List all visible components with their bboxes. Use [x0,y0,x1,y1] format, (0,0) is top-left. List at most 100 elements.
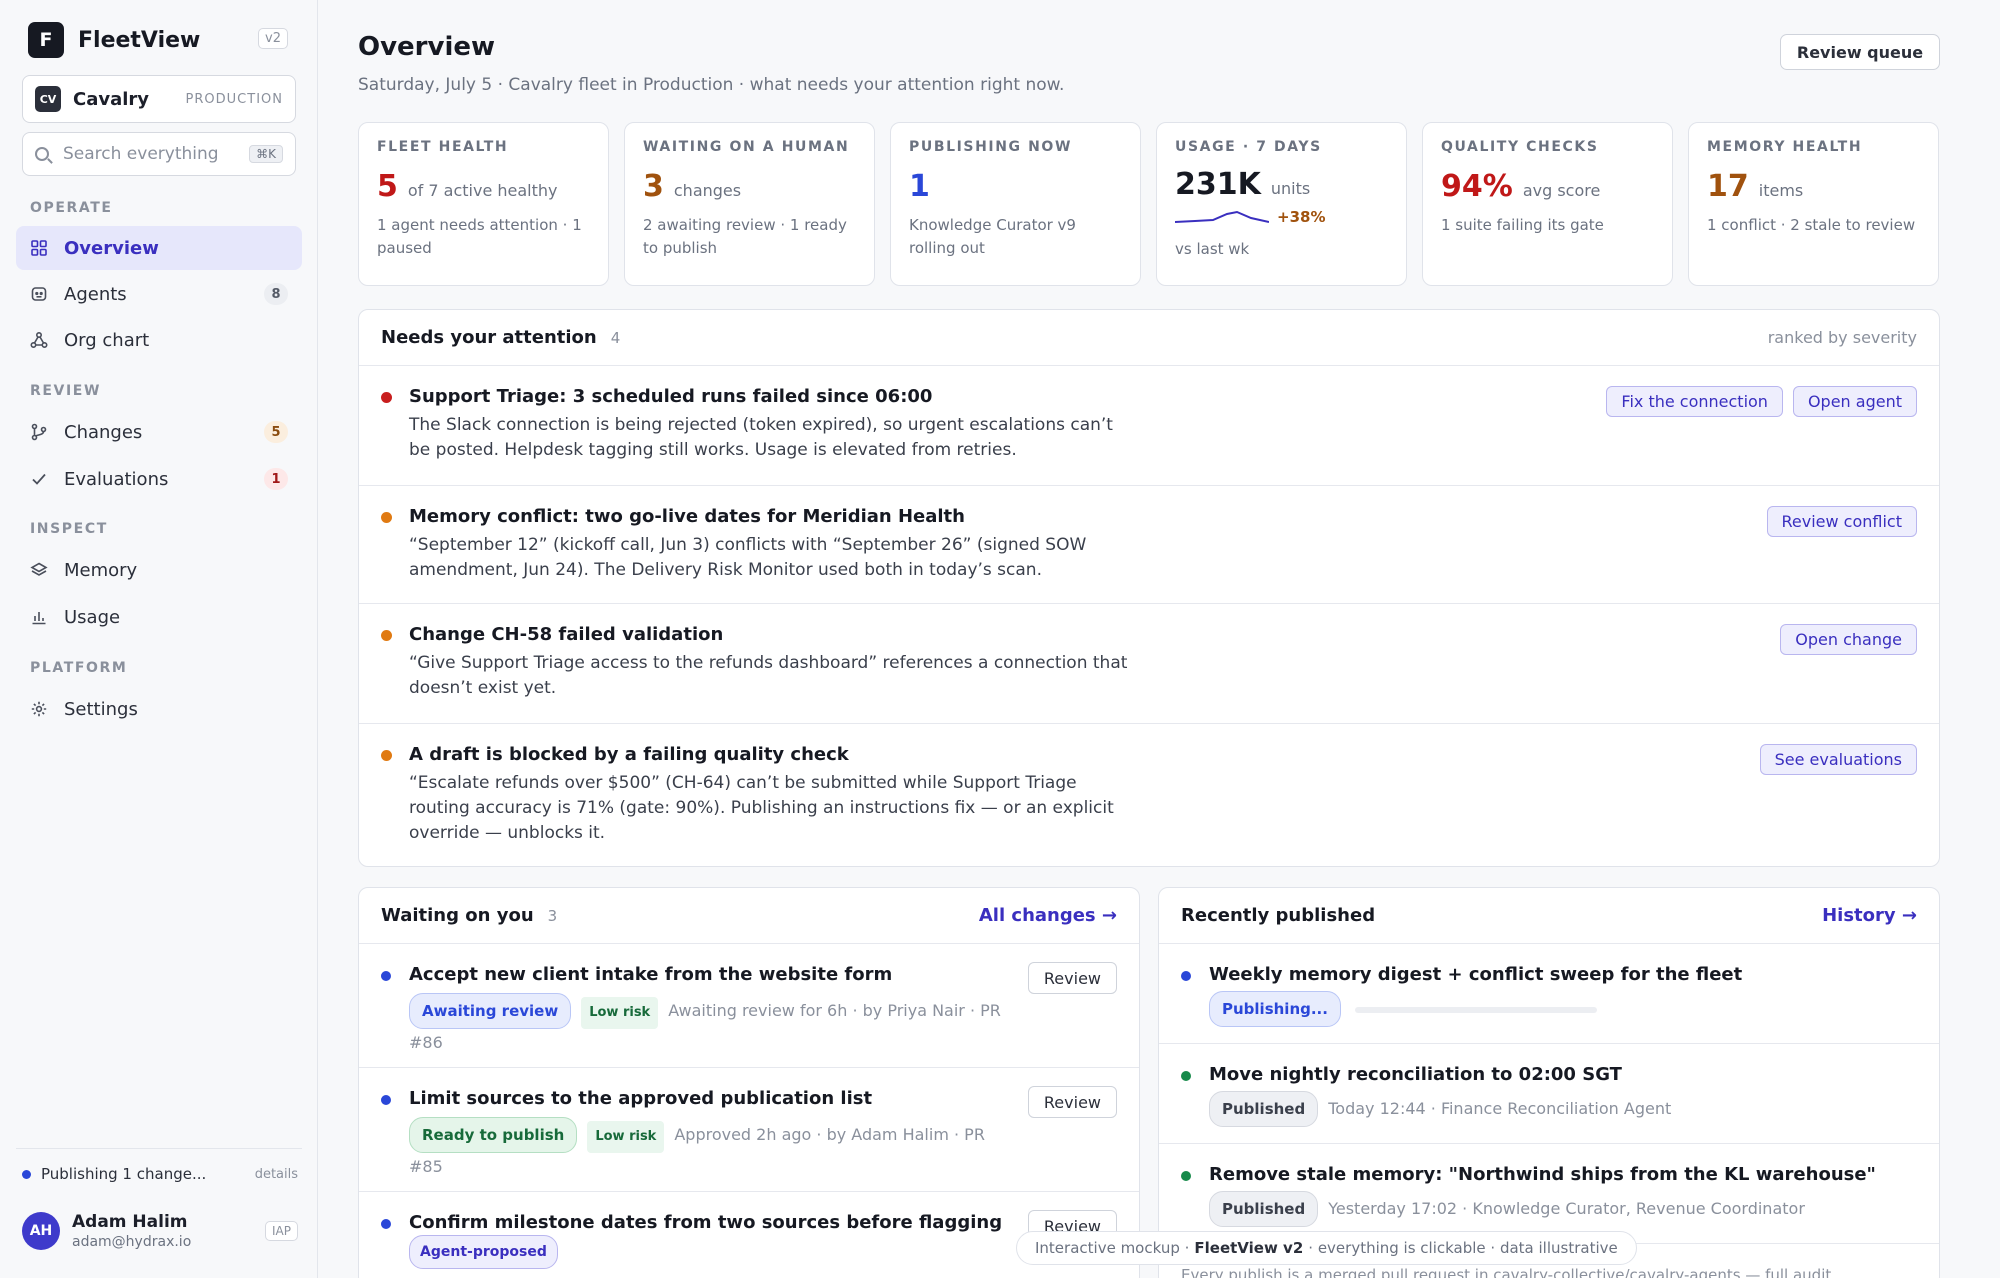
search-box[interactable]: ⌘K [22,132,296,176]
nav-label: Usage [64,606,121,628]
stat-card-fleet-health[interactable]: FLEET HEALTH 5 of 7 active healthy 1 age… [358,122,609,286]
nav-label: Changes [64,421,143,443]
history-link[interactable]: History → [1822,905,1917,926]
toast-prefix: Interactive mockup · [1035,1239,1190,1257]
published-header: Recently published History → [1159,888,1939,944]
review-button[interactable]: Review [1027,1086,1117,1118]
stat-note: 1 conflict · 2 stale to review [1707,216,1916,234]
nav-item-settings[interactable]: Settings [16,687,302,731]
stat-value-row: 3 changes [643,169,856,204]
fix-connection-button[interactable]: Fix the connection [1606,386,1783,417]
open-agent-button[interactable]: Open agent [1792,386,1917,417]
review-button[interactable]: Review [1027,962,1117,994]
environment-label: PRODUCTION [185,91,283,107]
search-input[interactable] [63,144,243,164]
change-title: Accept new client intake from the websit… [409,964,893,985]
see-evaluations-button[interactable]: See evaluations [1759,744,1917,775]
publish-item[interactable]: Remove stale memory: "Northwind ships fr… [1159,1144,1939,1244]
stat-card-waiting[interactable]: WAITING ON A HUMAN 3 changes 2 awaiting … [624,122,875,286]
auth-tag: IAP [265,1221,298,1241]
nav-item-evaluations[interactable]: Evaluations 1 [16,457,302,501]
nav-item-overview[interactable]: Overview [16,226,302,270]
attention-item[interactable]: Memory conflict: two go-live dates for M… [359,486,1939,604]
review-conflict-button[interactable]: Review conflict [1766,506,1917,537]
grid-icon [30,239,48,257]
stat-value-row: 94% avg score [1441,169,1654,204]
stat-note: 1 suite failing its gate [1441,216,1604,234]
page-title: Overview [358,32,496,62]
attention-actions: Review conflict [1757,506,1917,537]
stat-value-row: 1 [909,169,1122,204]
attention-item[interactable]: Change CH-58 failed validation “Give Sup… [359,604,1939,724]
nav-item-org-chart[interactable]: Org chart [16,318,302,362]
mockup-toast: Interactive mockup · FleetView v2 · ever… [1016,1231,1637,1265]
nav-item-agents[interactable]: Agents 8 [16,272,302,316]
publish-title: Remove stale memory: "Northwind ships fr… [1209,1164,1876,1185]
sidebar: F FleetView v2 CV Cavalry PRODUCTION ⌘K … [0,0,318,1278]
usage-sparkline [1175,210,1269,223]
details-link[interactable]: details [255,1167,298,1182]
attention-actions: Fix the connection Open agent [1596,386,1917,417]
attention-item-desc: “Give Support Triage access to the refun… [409,653,1128,698]
stat-note: 1 agent needs attention · 1 paused [377,216,582,257]
attention-item[interactable]: Support Triage: 3 scheduled runs failed … [359,366,1939,486]
stat-value: 1 [909,169,930,204]
stat-unit: changes [673,181,742,200]
publishing-dot [22,1169,31,1179]
brand[interactable]: F FleetView [28,22,200,58]
usage-delta: +38% [1277,208,1326,226]
attention-actions: Open change [1770,624,1917,655]
stat-label: WAITING ON A HUMAN [643,139,850,155]
stat-value: 94% [1441,169,1513,204]
stat-card-memory[interactable]: MEMORY HEALTH 17 items 1 conflict · 2 st… [1688,122,1939,286]
open-change-button[interactable]: Open change [1780,624,1917,655]
bar-chart-icon [30,608,48,626]
nav-item-memory[interactable]: Memory [16,548,302,592]
git-branch-icon [30,423,48,441]
stat-note: Knowledge Curator v9 rolling out [909,216,1076,257]
change-title: Confirm milestone dates from two sources… [409,1212,1003,1233]
stat-unit: of 7 active healthy [407,181,558,200]
user-profile[interactable]: AH Adam Halim adam@hydrax.io IAP [22,1205,298,1257]
nav-item-usage[interactable]: Usage [16,595,302,639]
publish-item[interactable]: Weekly memory digest + conflict sweep fo… [1159,944,1939,1044]
status-pill: Publishing... [1209,991,1341,1027]
nav-item-changes[interactable]: Changes 5 [16,410,302,454]
status-dot [381,1095,391,1105]
change-item[interactable]: Limit sources to the approved publicatio… [359,1068,1139,1192]
stat-value-row: 17 items [1707,169,1920,204]
attention-item-title: Memory conflict: two go-live dates for M… [409,506,965,527]
publish-progress-bar [1354,1006,1597,1013]
publish-item[interactable]: Move nightly reconciliation to 02:00 SGT… [1159,1044,1939,1144]
severity-dot [381,512,392,523]
publish-meta: Published Today 12:44 · Finance Reconcili… [1209,1091,1809,1127]
stat-unit: items [1758,181,1804,200]
status-dot [1181,971,1191,981]
nav-label: Overview [64,237,159,259]
attention-sort-note: ranked by severity [1767,328,1917,347]
publishing-status[interactable]: Publishing 1 change... details [22,1165,298,1183]
publish-meta: Published Yesterday 17:02 · Knowledge Cur… [1209,1191,1809,1227]
nav-label: Settings [64,698,138,720]
attention-title: Needs your attention [381,327,597,348]
org-switcher[interactable]: CV Cavalry PRODUCTION [22,75,296,123]
gear-icon [30,700,48,718]
change-item[interactable]: Accept new client intake from the websit… [359,944,1139,1068]
risk-badge: Low risk [587,1121,665,1153]
usage-sparkline-row: +38% [1175,208,1388,226]
all-changes-link[interactable]: All changes → [979,905,1117,926]
attention-count: 4 [610,328,621,347]
attention-item-desc: “Escalate refunds over $500” (CH-64) can… [409,773,1114,843]
change-meta: Agent-proposed [409,1235,1009,1269]
attention-item-title: A draft is blocked by a failing quality … [409,744,849,765]
stat-card-usage[interactable]: USAGE · 7 DAYS 231K units +38% vs last w… [1156,122,1407,286]
stat-card-publishing[interactable]: PUBLISHING NOW 1 Knowledge Curator v9 ro… [890,122,1141,286]
stat-note: 2 awaiting review · 1 ready to publish [643,216,847,257]
review-queue-button[interactable]: Review queue [1780,34,1940,70]
avatar: AH [22,1212,60,1250]
changes-count-badge: 5 [264,421,288,443]
stat-label: FLEET HEALTH [377,139,509,155]
agent-icon [30,285,48,303]
attention-item[interactable]: A draft is blocked by a failing quality … [359,724,1939,866]
stat-card-quality[interactable]: QUALITY CHECKS 94% avg score 1 suite fai… [1422,122,1673,286]
